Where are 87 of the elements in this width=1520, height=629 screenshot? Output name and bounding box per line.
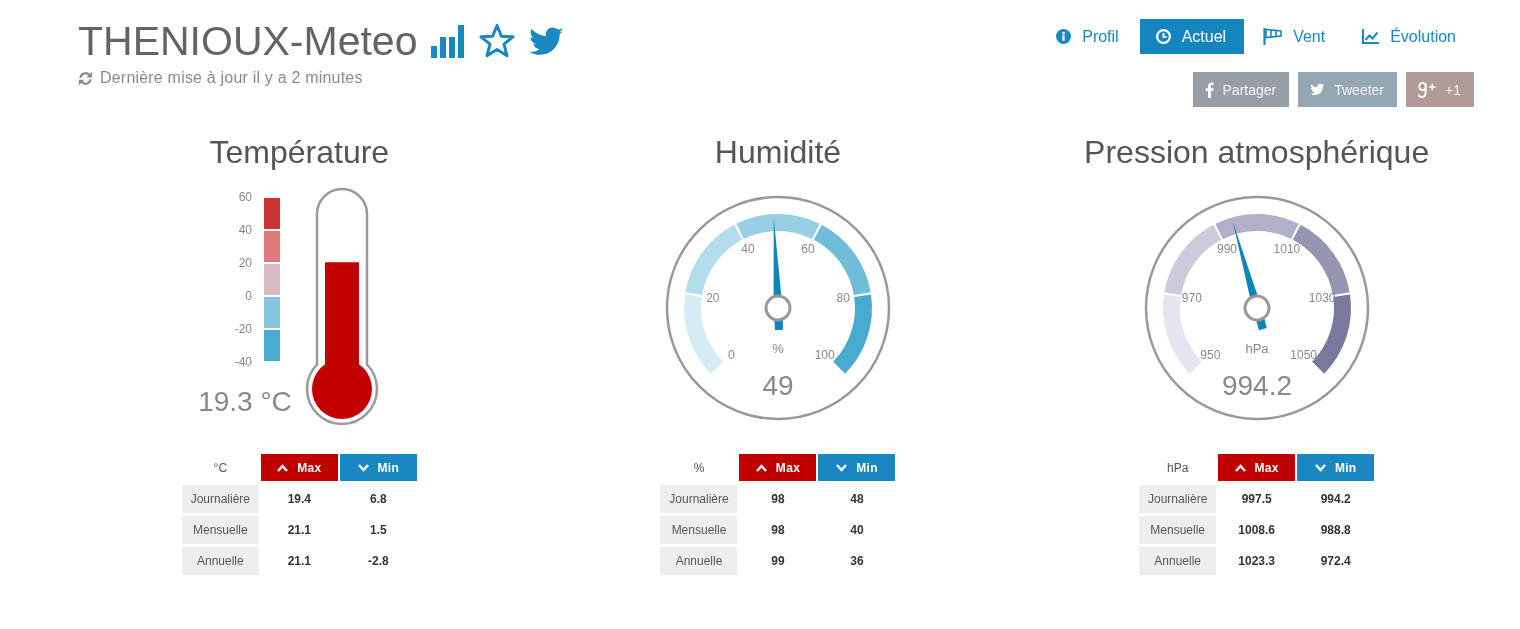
share-button[interactable]: +1 (1406, 72, 1474, 107)
star-icon[interactable] (478, 23, 517, 59)
scale-label: -40 (235, 355, 253, 369)
stat-value: -2.8 (368, 554, 389, 568)
stat-value: 6.8 (370, 492, 387, 506)
bar-chart-icon[interactable] (431, 24, 465, 58)
unit-label: °C (213, 460, 228, 475)
column-header-label: Max (297, 460, 322, 475)
stat-value: 48 (850, 492, 864, 506)
stat-value: 997.5 (1241, 492, 1272, 506)
unit-label: % (693, 460, 705, 475)
panel-title: Température (209, 133, 390, 172)
row-header: Mensuelle (1139, 516, 1217, 544)
share-button[interactable]: Partager (1192, 72, 1290, 107)
column-header-label: Min (856, 460, 878, 475)
nav-tab[interactable]: Profil (1040, 19, 1137, 54)
row-header: Annuelle (181, 547, 259, 575)
row-header: Annuelle (1139, 547, 1217, 575)
scale-label: 970 (1181, 290, 1202, 305)
gauge-reading: 19.3 °C (198, 386, 293, 417)
unit-label: hPa (1166, 460, 1189, 475)
scale-label: 40 (238, 223, 253, 237)
clock-icon (1155, 29, 1171, 44)
scale-label: 950 (1199, 347, 1220, 362)
stat-value: 36 (850, 554, 864, 568)
caret-down-icon (357, 463, 369, 472)
column-header-label: Max (1254, 460, 1279, 475)
scale-label: 20 (238, 256, 253, 270)
stat-value: 1.5 (370, 523, 387, 537)
row-header: Journalière (1139, 485, 1217, 513)
share-button[interactable]: Tweeter (1298, 72, 1398, 107)
stat-value: 972.4 (1320, 554, 1351, 568)
scale-label: 80 (836, 290, 850, 305)
scale-label: 0 (245, 289, 253, 303)
nav-tab[interactable]: Vent (1247, 19, 1344, 54)
panel-title: Humidité (714, 133, 842, 172)
gauge-reading: 994.2 (1221, 370, 1292, 401)
refresh-icon (78, 70, 93, 86)
stat-value: 1008.6 (1238, 523, 1275, 537)
row-header: Mensuelle (181, 516, 259, 544)
row-header: Journalière (181, 485, 259, 513)
caret-down-icon (1314, 463, 1326, 472)
caret-up-icon (1234, 463, 1246, 472)
scale-label: -20 (235, 322, 253, 336)
stat-value: 40 (850, 523, 864, 537)
windsock-icon (1263, 28, 1283, 45)
scale-label: 990 (1216, 242, 1237, 257)
line-chart-icon (1362, 29, 1380, 44)
panel-title: Pression atmosphérique (1084, 133, 1430, 172)
scale-label: 1030 (1308, 290, 1336, 305)
scale-label: 20 (706, 290, 720, 305)
column-header-label: Min (1334, 460, 1357, 475)
stat-value: 994.2 (1320, 492, 1351, 506)
stat-value: 988.8 (1320, 523, 1351, 537)
site-title: THENIOUX-Meteo (78, 17, 418, 65)
caret-down-icon (836, 463, 848, 472)
nav-tab[interactable]: Évolution (1346, 19, 1474, 54)
stat-value: 21.1 (287, 523, 311, 537)
stat-value: 21.1 (287, 554, 311, 568)
caret-up-icon (277, 463, 289, 472)
f-logo-icon (1204, 81, 1214, 98)
stat-value: 19.4 (287, 492, 311, 506)
stat-value: 1023.3 (1238, 554, 1275, 568)
update-status: Dernière mise à jour il y a 2 minutes (100, 69, 363, 87)
scale-label: 1010 (1273, 242, 1300, 257)
row-header: Mensuelle (660, 516, 738, 544)
row-header: Journalière (660, 485, 738, 513)
scale-label: 60 (238, 190, 253, 204)
stat-value: 98 (771, 492, 785, 506)
bird-icon (1310, 83, 1326, 96)
g-plus-icon (1418, 81, 1437, 98)
scale-label: 40 (741, 242, 755, 257)
gauge-reading: 49 (762, 370, 794, 401)
scale-label: 0 (727, 347, 735, 362)
stat-value: 99 (771, 554, 785, 568)
unit-label: hPa (1245, 340, 1269, 356)
nav-tab[interactable]: Actuel (1139, 19, 1245, 54)
column-header-label: Max (775, 460, 801, 475)
stat-value: 98 (771, 523, 785, 537)
scale-label: 60 (801, 242, 815, 257)
row-header: Annuelle (660, 547, 738, 575)
caret-up-icon (755, 463, 767, 472)
unit-label: % (772, 340, 784, 356)
info-icon (1056, 29, 1072, 44)
scale-label: 1050 (1289, 347, 1317, 362)
scale-label: 100 (814, 347, 835, 362)
column-header-label: Min (377, 460, 400, 475)
